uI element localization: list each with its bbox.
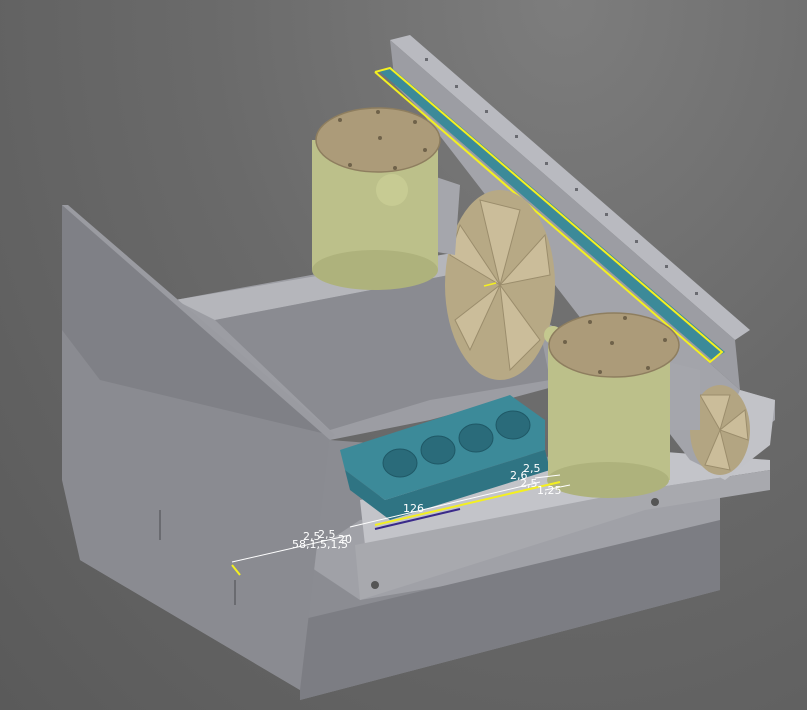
tank-bottom [547, 462, 669, 498]
side-panel[interactable] [62, 205, 335, 690]
filter-tank[interactable] [312, 107, 460, 290]
front-bolt [651, 498, 659, 506]
cad-viewport[interactable]: 126 2,5 2,6 2,5 1,25 2,5 2,5 20 58,1,5,1… [0, 0, 807, 710]
dimension-2-5-mid: 2,5 [520, 477, 538, 490]
tank-bottom [312, 250, 438, 290]
cad-scene[interactable]: 126 2,5 2,6 2,5 1,25 2,5 2,5 20 58,1,5,1… [0, 0, 807, 710]
tank-nozzle [376, 174, 408, 206]
dimension-1-25: 1,25 [537, 484, 562, 497]
dimension-126: 126 [403, 502, 424, 515]
front-bolt [371, 581, 379, 589]
dimension-58: 58,1,5,1,5 [292, 538, 348, 551]
